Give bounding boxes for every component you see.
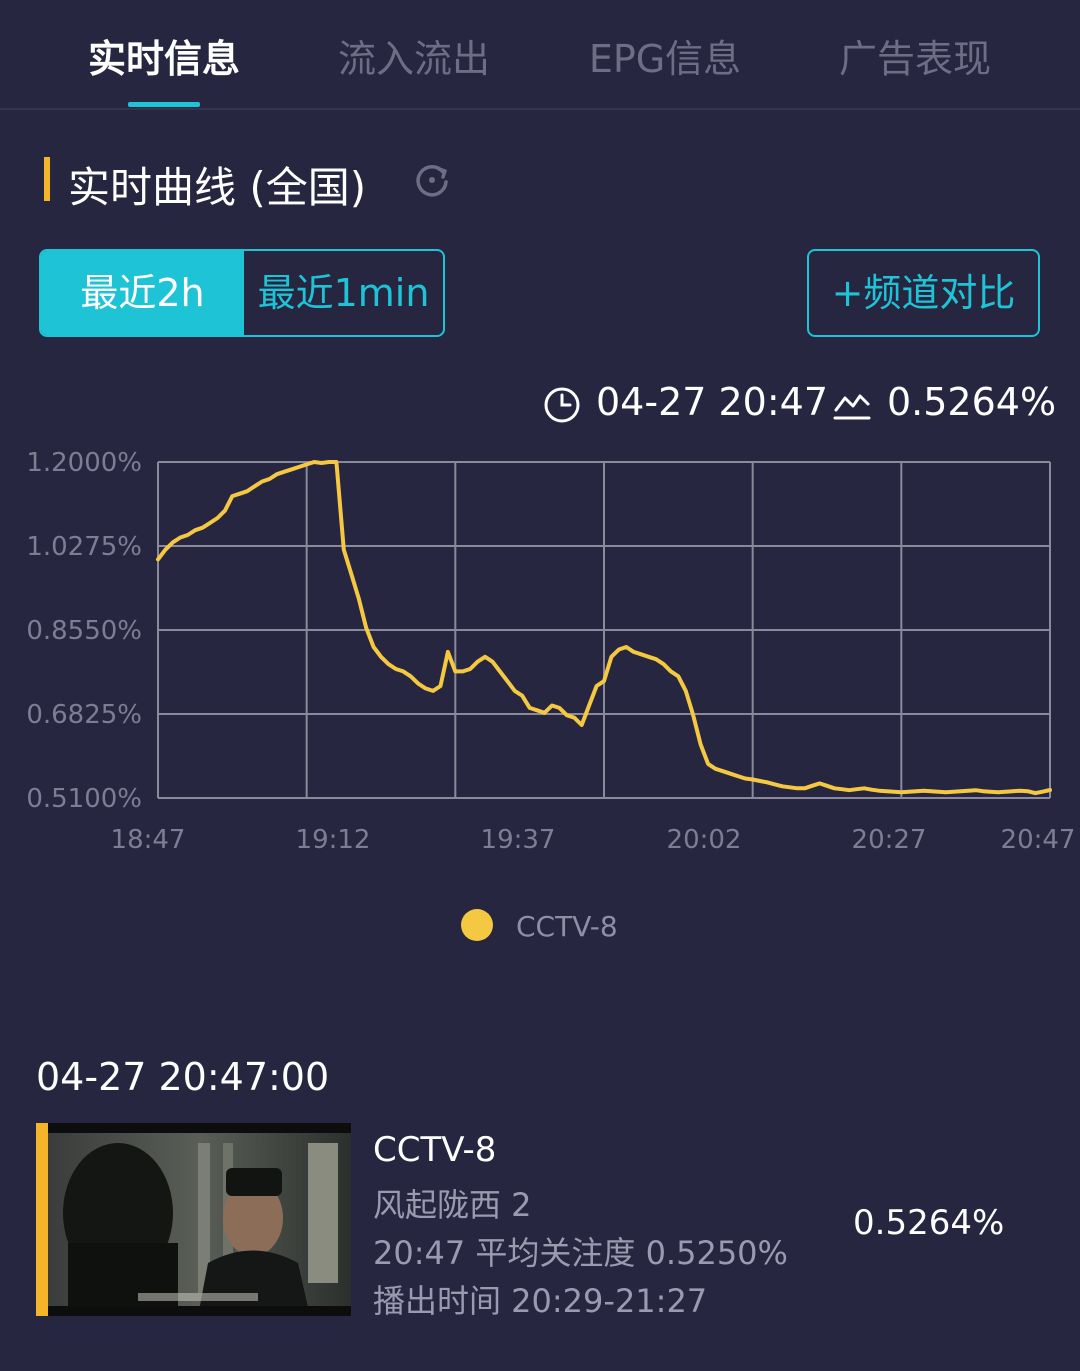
tab-realtime[interactable]: 实时信息 (44, 28, 284, 83)
snapshot-time: 04-27 20:47:00 (36, 1055, 330, 1099)
clock-icon (544, 387, 580, 423)
tab-flow[interactable]: 流入流出 (294, 28, 534, 83)
section-accent-bar (44, 157, 50, 201)
trend-icon (833, 394, 871, 420)
thumbnail-accent-bar (36, 1123, 48, 1316)
refresh-icon[interactable] (412, 160, 452, 200)
y-tick-label: 1.2000% (26, 448, 142, 478)
x-tick-label: 20:02 (667, 825, 742, 855)
channel-name: CCTV-8 (373, 1130, 497, 1170)
readout-value: 0.5264% (887, 380, 1057, 424)
y-tick-label: 0.6825% (26, 700, 142, 730)
x-tick-label: 19:12 (296, 825, 371, 855)
program-name: 风起陇西 2 (373, 1186, 532, 1224)
program-thumbnail[interactable] (48, 1123, 351, 1316)
tab-ads[interactable]: 广告表现 (795, 28, 1035, 83)
tab-bar: 实时信息 流入流出 EPG信息 广告表现 (0, 0, 1080, 110)
tab-epg[interactable]: EPG信息 (545, 28, 785, 83)
legend-label: CCTV-8 (516, 910, 618, 943)
snapshot-value: 0.5264% (853, 1203, 1005, 1243)
readout-time: 04-27 20:47 (596, 380, 829, 424)
range-toggle: 最近2h 最近1min (39, 249, 445, 337)
x-tick-label: 19:37 (481, 825, 556, 855)
realtime-line-chart: 1.2000% 1.0275% 0.8550% 0.6825% 0.5100% 18:47… (26, 448, 1076, 855)
active-tab-indicator (128, 102, 200, 107)
section-title: 实时曲线 (全国) (68, 163, 367, 212)
y-tick-label: 1.0275% (26, 532, 142, 562)
average-attention: 20:47 平均关注度 0.5250% (373, 1234, 788, 1272)
channel-compare-button[interactable]: +频道对比 (807, 249, 1040, 337)
x-tick-label: 20:47 (1001, 825, 1076, 855)
y-tick-label: 0.5100% (26, 784, 142, 814)
legend-marker (461, 909, 493, 941)
x-tick-label: 20:27 (852, 825, 927, 855)
range-2h-button[interactable]: 最近2h (41, 251, 244, 335)
y-tick-label: 0.8550% (26, 616, 142, 646)
range-1min-button[interactable]: 最近1min (244, 251, 443, 335)
x-tick-label: 18:47 (111, 825, 186, 855)
air-time: 播出时间 20:29-21:27 (373, 1282, 708, 1320)
